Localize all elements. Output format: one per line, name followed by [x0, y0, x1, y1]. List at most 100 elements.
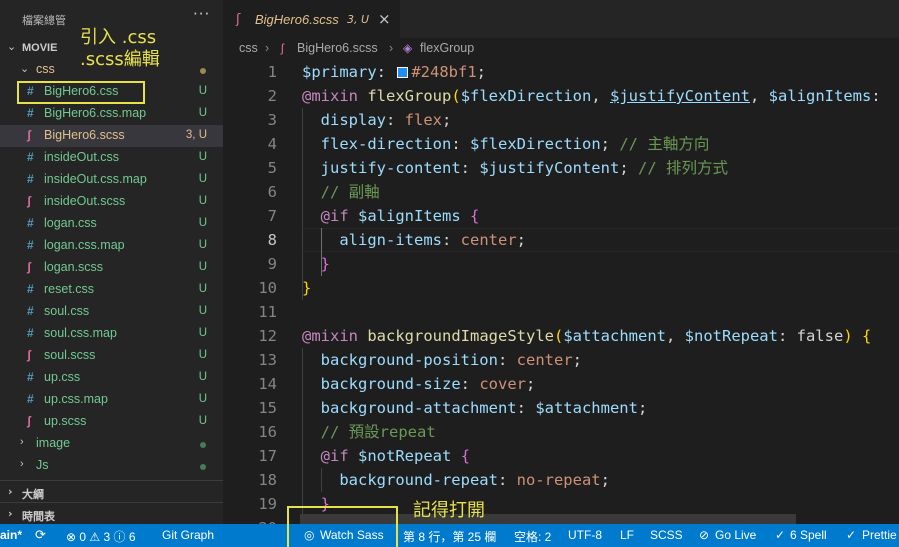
folder-label: css — [36, 62, 55, 76]
file-status: U — [198, 151, 207, 163]
file-name: logan.scss — [44, 260, 104, 274]
file-name: soul.scss — [44, 348, 96, 362]
outline-section[interactable]: › 大綱 — [0, 480, 223, 502]
watch-sass-icon: ◎ — [304, 528, 315, 542]
file-item[interactable]: # logan.css.map U — [0, 235, 223, 257]
file-item[interactable]: # up.css U — [0, 367, 223, 389]
folder-image[interactable]: › image — [0, 433, 223, 455]
timeline-section[interactable]: › 時間表 — [0, 502, 223, 524]
chevron-down-icon: ⌄ — [7, 41, 17, 53]
explorer-sidebar: 檔案總管 ··· ⌄ MOVIE ⌄ css # BigHero6.css U # Bi… — [0, 0, 223, 524]
file-item[interactable]: # BigHero6.css U — [0, 81, 223, 103]
file-item[interactable]: ʃ logan.scss U — [0, 257, 223, 279]
close-icon[interactable]: × — [378, 10, 391, 28]
file-status: U — [198, 349, 207, 361]
color-swatch-icon[interactable] — [397, 67, 409, 78]
file-name: up.css.map — [44, 392, 108, 406]
end-of-line[interactable]: LF — [620, 528, 634, 542]
tab-bighero6-scss[interactable]: ʃ BigHero6.scss 3, U × — [223, 0, 400, 38]
code-line-13: background-position: center; — [320, 351, 582, 369]
chevron-right-icon: › — [8, 507, 13, 520]
file-status: U — [198, 107, 207, 119]
watch-sass-button[interactable]: Watch Sass — [320, 528, 384, 542]
file-item[interactable]: ʃ insideOut.scss U — [0, 191, 223, 213]
file-name: reset.css — [44, 282, 95, 296]
file-name: up.scss — [44, 414, 87, 428]
breadcrumb: css › ʃ BigHero6.scss › ◈ flexGroup — [223, 38, 899, 60]
horizontal-scrollbar[interactable] — [300, 514, 796, 524]
folder-js[interactable]: › Js — [0, 455, 223, 477]
file-item[interactable]: # logan.css U — [0, 213, 223, 235]
file-status: U — [198, 393, 207, 405]
code-line-6: // 副軸 — [320, 183, 380, 201]
line-number: 5 — [267, 159, 277, 177]
file-name: logan.css.map — [44, 238, 125, 252]
file-item[interactable]: ʃ up.scss U — [0, 411, 223, 433]
file-name: soul.css — [44, 304, 90, 318]
css-file-icon: # — [27, 326, 34, 340]
css-file-icon: # — [27, 282, 34, 296]
spell-indicator[interactable]: 6 Spell — [790, 528, 827, 542]
line-number: 2 — [267, 87, 277, 105]
more-actions-icon[interactable]: ··· — [193, 5, 210, 23]
indentation[interactable]: 空格: 2 — [514, 528, 551, 545]
line-number: 16 — [258, 423, 277, 441]
line-number: 8 — [267, 231, 277, 249]
code-line-7: @if $alignItems { — [320, 207, 480, 225]
file-name: logan.css — [44, 216, 97, 230]
chevron-right-icon: › — [8, 485, 13, 498]
file-status: U — [198, 195, 207, 207]
code-line-3: display: flex; — [320, 111, 452, 129]
file-item[interactable]: # soul.css U — [0, 301, 223, 323]
sass-file-icon: ʃ — [27, 348, 31, 362]
folder-label: MOVIE — [22, 42, 58, 54]
sass-file-icon: ʃ — [27, 414, 31, 428]
line-number: 17 — [258, 447, 277, 465]
file-item[interactable]: ʃ BigHero6.scss 3, U — [0, 125, 223, 147]
folder-label: image — [36, 436, 71, 450]
chevron-right-icon: › — [20, 436, 24, 448]
file-item[interactable]: # reset.css U — [0, 279, 223, 301]
problems-indicator[interactable]: ⊗ 0 ⚠ 3 ⓘ 6 — [66, 528, 136, 545]
sass-file-icon: ʃ — [27, 128, 31, 142]
annotation-remember-open: 記得打開 — [413, 500, 485, 521]
line-number: 9 — [267, 255, 277, 273]
code-line-14: background-size: cover; — [320, 375, 536, 393]
cursor-position[interactable]: 第 8 行，第 25 欄 — [403, 528, 496, 545]
git-branch[interactable]: ain* — [0, 528, 22, 542]
prettier-indicator[interactable]: Prettie — [862, 528, 897, 542]
sync-icon[interactable]: ⟳ — [35, 527, 46, 543]
file-name: insideOut.scss — [44, 194, 126, 208]
file-name: insideOut.css.map — [44, 172, 147, 186]
breadcrumb-css[interactable]: css — [239, 41, 258, 55]
status-bar: ain* ⟳ ⊗ 0 ⚠ 3 ⓘ 6 Git Graph ◎ Watch Sas… — [0, 524, 899, 547]
line-number: 11 — [258, 303, 277, 321]
go-live-button[interactable]: Go Live — [715, 528, 756, 542]
css-file-icon: # — [27, 238, 34, 252]
css-file-icon: # — [27, 304, 34, 318]
file-item[interactable]: ʃ soul.scss U — [0, 345, 223, 367]
breadcrumb-symbol[interactable]: flexGroup — [420, 41, 474, 55]
line-number: 6 — [267, 183, 277, 201]
line-number: 14 — [258, 375, 277, 393]
symbol-icon: ◈ — [403, 41, 413, 55]
file-item[interactable]: # insideOut.css U — [0, 147, 223, 169]
breadcrumb-file[interactable]: BigHero6.scss — [297, 41, 378, 55]
file-name: BigHero6.css.map — [44, 106, 147, 120]
untracked-dot-icon — [200, 442, 206, 448]
encoding[interactable]: UTF-8 — [568, 528, 602, 542]
css-file-icon: # — [27, 392, 34, 406]
file-item[interactable]: # up.css.map U — [0, 389, 223, 411]
code-editor[interactable]: 1234567891011121314151617181920 $primary… — [223, 60, 899, 524]
code-line-5: justify-content: $justifyContent; // 排列方… — [320, 159, 728, 177]
language-mode[interactable]: SCSS — [650, 528, 683, 542]
git-graph-button[interactable]: Git Graph — [162, 528, 214, 542]
line-number: 4 — [267, 135, 277, 153]
file-item[interactable]: # BigHero6.css.map U — [0, 103, 223, 125]
file-item[interactable]: # soul.css.map U — [0, 323, 223, 345]
code-line-9: } — [320, 255, 331, 273]
sass-icon: ʃ — [236, 12, 241, 27]
line-number: 13 — [258, 351, 277, 369]
file-name: BigHero6.scss — [44, 128, 125, 142]
file-item[interactable]: # insideOut.css.map U — [0, 169, 223, 191]
